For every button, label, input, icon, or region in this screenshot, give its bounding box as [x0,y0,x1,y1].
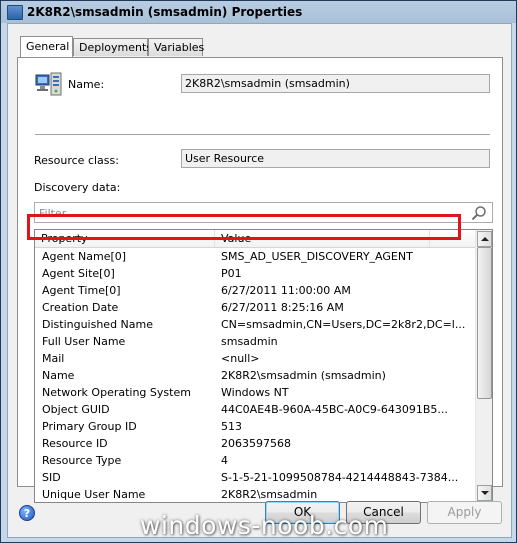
property-cell: Unique User Name [42,488,146,501]
value-cell: <null> [221,352,260,365]
value-cell: 2K8R2\smsadmin (smsadmin) [221,369,386,382]
value-cell: 44C0AE4B-960A-45BC-A0C9-643091B5... [221,403,448,416]
scroll-up-button[interactable] [477,231,492,247]
grid-rows: Agent Name[0] SMS_AD_USER_DISCOVERY_AGENT… [35,248,475,502]
value-cell: S-1-5-21-1099508784-4214448843-7384... [221,471,459,484]
table-row[interactable]: Primary Group ID 513 [35,418,475,435]
scroll-down-icon [481,491,489,495]
tab-general[interactable]: General [20,36,73,57]
property-cell: Name [42,369,75,382]
value-cell: 6/27/2011 8:25:16 AM [221,301,344,314]
property-cell: Resource ID [42,437,108,450]
magnifier-icon[interactable] [471,205,487,221]
table-row[interactable]: Resource Type 4 [35,452,475,469]
value-cell: P01 [221,267,242,280]
resource-class-field[interactable]: User Resource [181,149,490,168]
vertical-scrollbar[interactable] [475,230,492,502]
property-cell: Network Operating System [42,386,191,399]
table-row[interactable]: Agent Name[0] SMS_AD_USER_DISCOVERY_AGENT [35,248,475,265]
property-cell: Creation Date [42,301,119,314]
property-cell: SID [42,471,61,484]
tab-variables[interactable]: Variables [148,38,204,56]
table-row[interactable]: Agent Time[0] 6/27/2011 11:00:00 AM [35,282,475,299]
properties-window: 2K8R2\smsadmin (smsadmin) Properties Gen… [0,0,517,543]
scroll-thumb[interactable] [477,247,492,399]
apply-button[interactable]: Apply [427,501,502,524]
table-row[interactable]: Full User Name smsadmin [35,333,475,350]
computer-user-icon [35,72,62,96]
table-row[interactable]: Object GUID 44C0AE4B-960A-45BC-A0C9-64309… [35,401,475,418]
property-cell: Agent Time[0] [42,284,121,297]
scroll-down-button[interactable] [477,485,492,501]
watermark-text: windows-noob.com [140,511,389,540]
table-row[interactable]: Network Operating System Windows NT [35,384,475,401]
table-row[interactable]: Mail <null> [35,350,475,367]
property-cell: Object GUID [42,403,110,416]
name-field[interactable]: 2K8R2\smsadmin (smsadmin) [181,74,490,93]
table-row[interactable]: Resource ID 2063597568 [35,435,475,452]
name-label: Name: [68,78,105,91]
general-tab-panel: Name: 2K8R2\smsadmin (smsadmin) Resource… [17,57,503,503]
property-cell: Agent Site[0] [42,267,115,280]
value-cell: 4 [221,454,228,467]
highlight-box [27,214,461,240]
value-cell: smsadmin [221,335,278,348]
dialog-client-area: General Deployments Variables Name: 2K8R… [7,23,512,538]
property-cell: Mail [42,352,65,365]
table-row[interactable]: Name 2K8R2\smsadmin (smsadmin) [35,367,475,384]
table-row[interactable]: SID S-1-5-21-1099508784-4214448843-7384..… [35,469,475,486]
scroll-up-icon [481,237,489,241]
tab-deployments[interactable]: Deployments [73,38,152,56]
property-cell: Full User Name [42,335,126,348]
table-row[interactable]: Distinguished Name CN=smsadmin,CN=Users,D… [35,316,475,333]
value-cell: 513 [221,420,242,433]
discovery-data-grid[interactable]: Property Value Agent Name[0] SMS_AD_USER_… [34,229,493,503]
value-cell: CN=smsadmin,CN=Users,DC=2k8r2,DC=l... [221,318,466,331]
title-bar[interactable]: 2K8R2\smsadmin (smsadmin) Properties [1,1,516,23]
separator [35,134,490,136]
table-row[interactable]: Creation Date 6/27/2011 8:25:16 AM [35,299,475,316]
property-cell: Distinguished Name [42,318,154,331]
help-icon[interactable]: ? [19,505,35,521]
value-cell: SMS_AD_USER_DISCOVERY_AGENT [221,250,413,263]
property-cell: Agent Name[0] [42,250,127,263]
window-title: 2K8R2\smsadmin (smsadmin) Properties [27,5,303,19]
property-cell: Primary Group ID [42,420,137,433]
value-cell: Windows NT [221,386,289,399]
resource-class-label: Resource class: [34,154,119,167]
discovery-data-label: Discovery data: [34,181,121,194]
table-row[interactable]: Agent Site[0] P01 [35,265,475,282]
value-cell: 2063597568 [221,437,291,450]
value-cell: 6/27/2011 11:00:00 AM [221,284,351,297]
window-icon [7,5,23,20]
property-cell: Resource Type [42,454,122,467]
